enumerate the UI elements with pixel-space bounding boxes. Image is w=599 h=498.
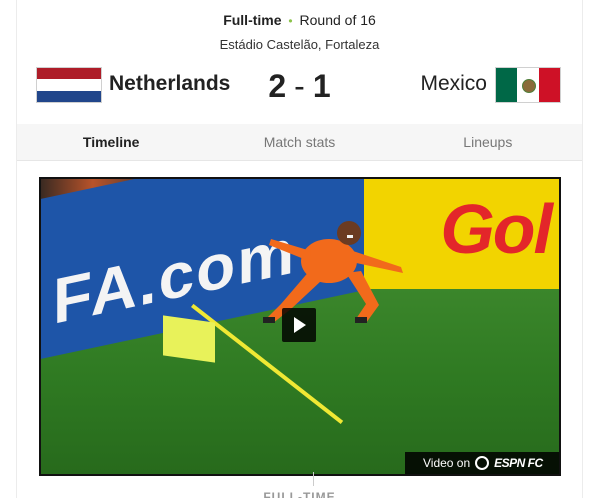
- play-icon[interactable]: [282, 308, 316, 342]
- tab-match-stats[interactable]: Match stats: [205, 124, 393, 160]
- player-figure: [263, 221, 403, 323]
- match-tabs: Timeline Match stats Lineups: [17, 124, 582, 161]
- espn-logo-icon: [475, 456, 490, 470]
- score-separator: -: [294, 68, 305, 104]
- mexico-flag-icon: [496, 68, 560, 102]
- match-status: Full-time: [223, 12, 282, 28]
- video-player[interactable]: FA.com Gol Video on ESPN FC: [39, 177, 561, 476]
- away-team-name[interactable]: Mexico: [420, 72, 487, 96]
- match-status-line: Full-time • Round of 16: [17, 12, 582, 28]
- match-round: Round of 16: [299, 12, 376, 28]
- timeline-fulltime-label: FULL-TIME: [263, 490, 336, 498]
- provider-prefix: Video on: [423, 456, 471, 470]
- provider-name: ESPN FC: [494, 456, 543, 470]
- away-score: 1: [312, 68, 331, 104]
- corner-flag: [163, 315, 215, 363]
- timeline-connector: [313, 472, 314, 486]
- tab-timeline[interactable]: Timeline: [17, 124, 205, 160]
- video-provider-badge[interactable]: Video on ESPN FC: [405, 452, 559, 474]
- tab-lineups[interactable]: Lineups: [394, 124, 582, 160]
- match-card: Full-time • Round of 16 Estádio Castelão…: [16, 0, 583, 498]
- mexico-emblem-icon: [521, 79, 536, 93]
- match-venue: Estádio Castelão, Fortaleza: [219, 37, 380, 52]
- advertising-board-red-text: Gol: [440, 190, 553, 268]
- status-separator: •: [288, 14, 293, 28]
- home-score: 2: [268, 68, 287, 104]
